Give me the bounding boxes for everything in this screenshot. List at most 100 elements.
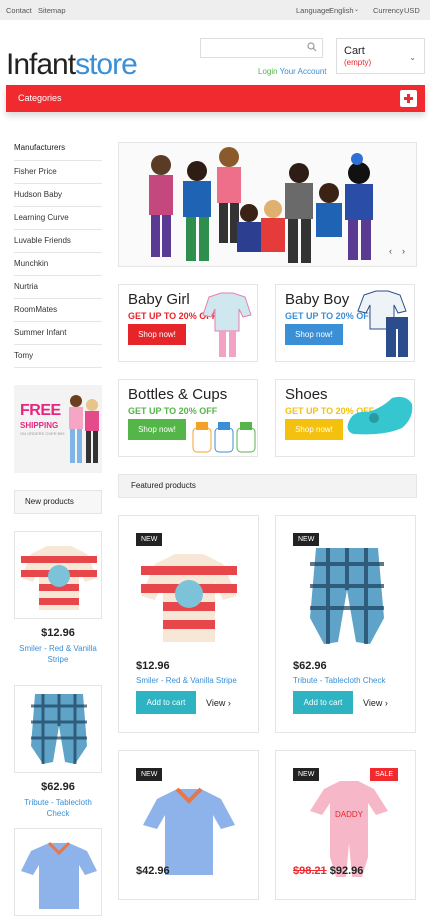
polo-shirt-image: [21, 841, 97, 909]
old-price: $98.21: [293, 865, 327, 877]
category-tile-bottles-cups[interactable]: Bottles & Cups GET UP TO 20% OFF Shop no…: [118, 379, 258, 457]
view-label: View: [363, 698, 383, 708]
currency-label: Currency: [373, 6, 404, 15]
chevron-right-icon: ›: [227, 698, 231, 708]
tile-title: Shoes: [285, 386, 328, 403]
view-link[interactable]: View ›: [206, 698, 231, 708]
new-product-card[interactable]: $12.96 Smiler - Red & Vanilla Stripe: [14, 531, 102, 665]
add-to-cart-button[interactable]: Add to cart: [293, 691, 353, 714]
product-price: $42.96: [136, 865, 170, 877]
new-badge: NEW: [293, 533, 320, 546]
featured-products-heading: Featured products: [118, 474, 417, 498]
product-image[interactable]: [14, 828, 102, 916]
manufacturer-item[interactable]: RoomMates: [14, 299, 102, 322]
new-badge: NEW: [136, 533, 163, 546]
sippy-cups-image: [192, 422, 256, 453]
new-product-card[interactable]: $62.96 Tribute - Tablecloth Check: [14, 685, 102, 819]
kids-group-photo: [119, 143, 416, 266]
manufacturer-item[interactable]: Tomy: [14, 345, 102, 368]
hero-slider[interactable]: ‹ ›: [118, 142, 417, 267]
plaid-pants-image: [31, 694, 87, 764]
logo-part2: store: [75, 48, 138, 81]
manufacturer-item[interactable]: Learning Curve: [14, 207, 102, 230]
contact-link[interactable]: Contact: [6, 6, 32, 15]
promo-shipping: SHIPPING: [20, 421, 59, 430]
view-label: View: [206, 698, 226, 708]
new-products-heading: New products: [14, 490, 102, 514]
top-bar: Contact Sitemap Language: English ⌄ Curr…: [0, 0, 430, 20]
striped-shirt-image[interactable]: [137, 538, 241, 654]
search-icon[interactable]: [307, 42, 317, 52]
plaid-pants-image[interactable]: [298, 538, 396, 654]
product-image[interactable]: [14, 685, 102, 773]
categories-bar[interactable]: Categories: [6, 85, 425, 112]
new-product-card[interactable]: [14, 828, 102, 916]
manufacturer-item[interactable]: Fisher Price: [14, 161, 102, 184]
product-price: $62.96: [293, 660, 327, 672]
categories-label: Categories: [18, 93, 62, 103]
chevron-right-icon: ›: [384, 698, 388, 708]
product-name-link[interactable]: Tribute - Tablecloth Check: [293, 676, 386, 685]
promo-sub: ON ORDERS OVER $99: [20, 431, 65, 436]
sale-badge: SALE: [370, 768, 398, 781]
add-to-cart-button[interactable]: Add to cart: [136, 691, 196, 714]
free-shipping-banner[interactable]: FREE SHIPPING ON ORDERS OVER $99: [14, 385, 102, 473]
product-name-link[interactable]: Smiler - Red & Vanilla Stripe: [136, 676, 237, 685]
manufacturers-heading: Manufacturers: [14, 140, 102, 161]
plus-icon[interactable]: [400, 90, 417, 107]
prev-arrow-icon[interactable]: ‹: [389, 246, 392, 256]
category-tile-baby-boy[interactable]: Baby Boy GET UP TO 20% OFF Shop now!: [275, 284, 415, 362]
baby-shoe-image: [347, 396, 413, 435]
product-image[interactable]: [14, 531, 102, 619]
polo-shirt-image[interactable]: [139, 775, 239, 879]
new-badge: NEW: [136, 768, 163, 781]
product-name-link[interactable]: Tribute - Tablecloth Check: [14, 797, 102, 819]
tile-title: Baby Girl: [128, 291, 190, 308]
cart-status: (empty): [344, 58, 372, 67]
shop-now-button[interactable]: Shop now!: [128, 419, 186, 440]
featured-product-card[interactable]: NEW $12.96 Smiler - Red & Vanilla Stripe…: [118, 515, 259, 733]
account-links: Login Your Account: [258, 67, 327, 76]
logo[interactable]: Infantstore: [6, 48, 138, 81]
manufacturers-list: Manufacturers Fisher Price Hudson Baby L…: [14, 140, 102, 368]
striped-shirt-image: [21, 546, 97, 610]
category-tile-baby-girl[interactable]: Baby Girl GET UP TO 20% OFF Shop now!: [118, 284, 258, 362]
manufacturer-item[interactable]: Luvable Friends: [14, 230, 102, 253]
kids-photo: [69, 395, 99, 463]
baby-boy-outfit-image: [357, 290, 408, 357]
login-link[interactable]: Login: [258, 67, 278, 76]
svg-text:DADDY: DADDY: [335, 810, 364, 819]
manufacturer-item[interactable]: Summer Infant: [14, 322, 102, 345]
view-link[interactable]: View ›: [363, 698, 388, 708]
shop-now-button[interactable]: Shop now!: [285, 419, 343, 440]
sitemap-link[interactable]: Sitemap: [38, 6, 66, 15]
currency-select[interactable]: USD: [404, 6, 420, 15]
tile-title: Bottles & Cups: [128, 386, 228, 403]
your-account-link[interactable]: Your Account: [280, 67, 327, 76]
product-price-group: $98.21 $92.96: [293, 865, 363, 877]
tile-title: Baby Boy: [285, 291, 350, 308]
cart-title: Cart: [344, 45, 365, 57]
product-name-link[interactable]: Smiler - Red & Vanilla Stripe: [14, 643, 102, 665]
search-input[interactable]: [200, 38, 323, 58]
featured-product-card[interactable]: NEW $42.96: [118, 750, 259, 900]
tile-subtitle: GET UP TO 20% OFF: [128, 406, 218, 416]
featured-product-card[interactable]: DADDY NEW SALE $98.21 $92.96: [275, 750, 416, 900]
manufacturer-item[interactable]: Hudson Baby: [14, 184, 102, 207]
product-price: $12.96: [136, 660, 170, 672]
language-label: Language:: [296, 6, 332, 15]
language-select[interactable]: English: [329, 6, 354, 15]
cart-dropdown[interactable]: Cart (empty) ⌄: [336, 38, 425, 74]
chevron-down-icon: ⌄: [354, 7, 360, 13]
manufacturer-item[interactable]: Nurtria: [14, 276, 102, 299]
product-price: $12.96: [41, 627, 75, 639]
next-arrow-icon[interactable]: ›: [402, 246, 405, 256]
shop-now-button[interactable]: Shop now!: [128, 324, 186, 345]
new-badge: NEW: [293, 768, 320, 781]
featured-product-card[interactable]: NEW $62.96 Tribute - Tablecloth Check Ad…: [275, 515, 416, 733]
manufacturer-item[interactable]: Munchkin: [14, 253, 102, 276]
baby-girl-outfit-image: [202, 292, 252, 357]
product-price: $92.96: [329, 865, 364, 877]
shop-now-button[interactable]: Shop now!: [285, 324, 343, 345]
category-tile-shoes[interactable]: Shoes GET UP TO 20% OFF Shop now!: [275, 379, 415, 457]
